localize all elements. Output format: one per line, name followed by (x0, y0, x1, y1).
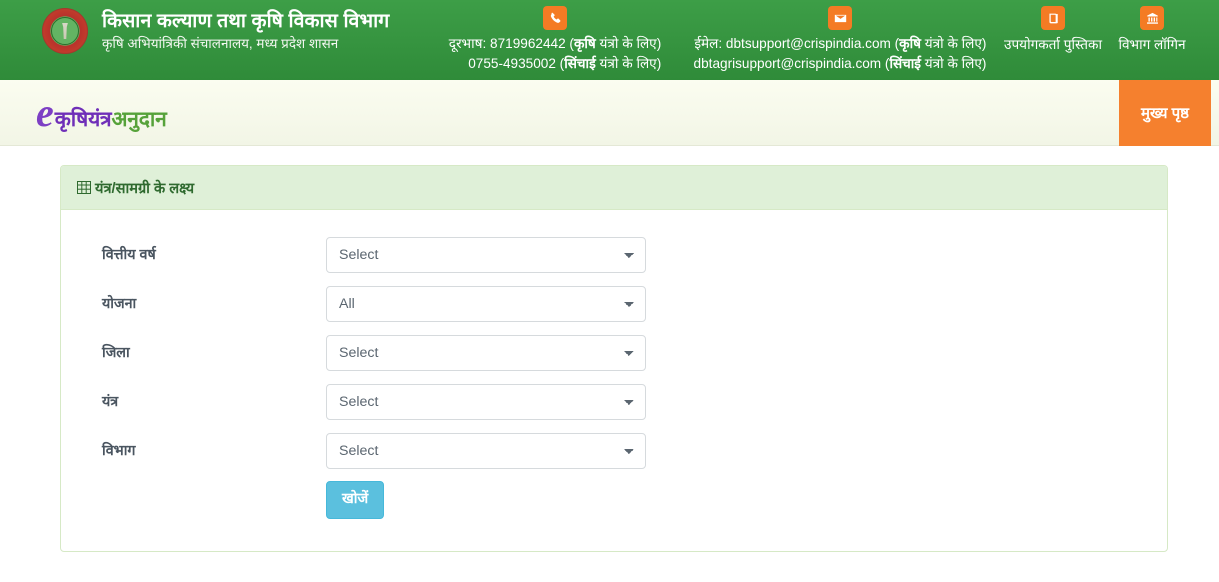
select-department[interactable]: Select (326, 432, 646, 469)
email-line-1: ईमेल: dbtsupport@crispindia.com (कृषि यं… (694, 36, 987, 51)
department-login-label: विभाग लॉगिन (1118, 37, 1186, 52)
email-addresses: ईमेल: dbtsupport@crispindia.com (कृषि यं… (694, 34, 987, 73)
main-content: यंत्र/सामग्री के लक्ष्य वित्तीय वर्ष Sel… (0, 146, 1219, 582)
email-contact-block: ईमेल: dbtsupport@crispindia.com (कृषि यं… (680, 6, 1000, 73)
phone-icon (543, 6, 567, 30)
select-district[interactable]: Select (326, 334, 646, 371)
user-manual-label: उपयोगकर्ता पुस्तिका (1004, 37, 1102, 52)
department-login-link[interactable]: विभाग लॉगिन (1106, 6, 1198, 53)
header-contact-area: दूरभाष: 8719962442 (कृषि यंत्रो के लिए) … (430, 0, 1219, 73)
department-title: किसान कल्याण तथा कृषि विकास विभाग (102, 9, 390, 32)
logo-text-secondary: अनुदान (111, 107, 167, 131)
navbar-right: मुख्य पृष्ठ (1119, 80, 1211, 146)
department-text: किसान कल्याण तथा कृषि विकास विभाग कृषि अ… (102, 10, 389, 52)
grid-table-icon (77, 181, 91, 194)
form-row-department: विभाग Select (61, 426, 1167, 475)
phone-line-2: 0755-4935002 (सिंचाई यंत्रो के लिए) (468, 55, 662, 71)
form-row-scheme: योजना All (61, 279, 1167, 328)
logo-text-primary: कृषियंत्र (54, 107, 112, 131)
phone-contact-block: दूरभाष: 8719962442 (कृषि यंत्रो के लिए) … (430, 6, 680, 73)
brand-navbar: e कृषियंत्र अनुदान मुख्य पृष्ठ (0, 80, 1219, 146)
label-scheme: योजना (102, 296, 137, 312)
home-nav-button[interactable]: मुख्य पृष्ठ (1119, 80, 1211, 146)
email-line-2: dbtagrisupport@crispindia.com (सिंचाई यं… (693, 55, 987, 71)
select-scheme[interactable]: All (326, 285, 646, 322)
form-actions: खोजें (61, 475, 1167, 525)
label-financial-year: वित्तीय वर्ष (102, 247, 156, 263)
government-emblem-icon (42, 8, 88, 54)
department-subtitle: कृषि अभियांत्रिकी संचालनालय, मध्य प्रदेश… (102, 35, 339, 51)
select-equipment[interactable]: Select (326, 383, 646, 420)
form-row-equipment: यंत्र Select (61, 377, 1167, 426)
form-row-financial-year: वित्तीय वर्ष Select (61, 230, 1167, 279)
site-header: किसान कल्याण तथा कृषि विकास विभाग कृषि अ… (0, 0, 1219, 80)
phone-numbers: दूरभाष: 8719962442 (कृषि यंत्रो के लिए) … (449, 34, 661, 73)
bank-icon (1140, 6, 1164, 30)
select-financial-year[interactable]: Select (326, 236, 646, 273)
phone-line-1: दूरभाष: 8719962442 (कृषि यंत्रो के लिए) (448, 36, 662, 51)
panel-title: यंत्र/सामग्री के लक्ष्य (95, 180, 195, 197)
equipment-target-panel: यंत्र/सामग्री के लक्ष्य वित्तीय वर्ष Sel… (60, 165, 1168, 552)
label-district: जिला (102, 345, 130, 361)
envelope-icon (828, 6, 852, 30)
site-logo[interactable]: e कृषियंत्र अनुदान (36, 89, 167, 135)
form-row-district: जिला Select (61, 328, 1167, 377)
label-equipment: यंत्र (102, 394, 119, 410)
label-department: विभाग (102, 443, 136, 459)
search-form: वित्तीय वर्ष Select योजना All जिला Selec… (61, 210, 1167, 551)
book-icon (1041, 6, 1065, 30)
logo-letter-e: e (36, 89, 54, 135)
search-button[interactable]: खोजें (326, 481, 385, 519)
user-manual-link[interactable]: उपयोगकर्ता पुस्तिका (1000, 6, 1106, 53)
department-brand: किसान कल्याण तथा कृषि विकास विभाग कृषि अ… (0, 0, 430, 54)
panel-header: यंत्र/सामग्री के लक्ष्य (61, 166, 1167, 210)
